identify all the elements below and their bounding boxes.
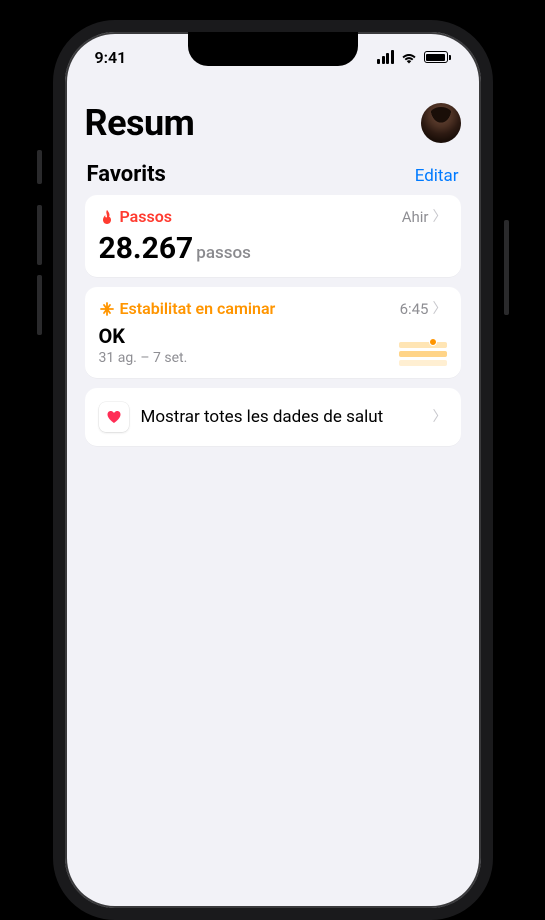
walking-steadiness-icon <box>99 301 115 317</box>
show-all-label: Mostrar totes les dades de salut <box>141 407 384 427</box>
steps-value: 28.267 <box>99 231 194 266</box>
steps-unit: passos <box>196 243 251 263</box>
notch <box>188 32 358 66</box>
show-all-health-data-button[interactable]: Mostrar totes les dades de salut 〉 <box>85 388 461 446</box>
wifi-icon <box>400 51 418 64</box>
flame-icon <box>99 209 115 225</box>
steps-timestamp: Ahir <box>402 208 429 226</box>
walking-timestamp: 6:45 <box>400 300 429 318</box>
profile-avatar[interactable] <box>421 103 461 143</box>
favorites-heading: Favorits <box>87 162 166 187</box>
steps-card[interactable]: Passos Ahir 〉 28.267passos <box>85 195 461 277</box>
chevron-right-icon: 〉 <box>433 410 447 424</box>
heart-icon <box>99 402 129 432</box>
status-indicators <box>377 50 451 64</box>
cellular-icon <box>377 50 394 64</box>
page-title: Resum <box>85 102 195 144</box>
edit-button[interactable]: Editar <box>415 166 459 186</box>
status-time: 9:41 <box>95 48 127 67</box>
walking-steadiness-card[interactable]: Estabilitat en caminar 6:45 〉 OK 31 ag. … <box>85 287 461 378</box>
steps-label: Passos <box>120 207 173 226</box>
walking-status: OK <box>99 324 188 348</box>
battery-icon <box>424 51 451 63</box>
phone-frame: 9:41 Resum Favorits Ed <box>53 20 493 920</box>
walking-label: Estabilitat en caminar <box>120 299 276 318</box>
walking-mini-chart <box>399 342 447 366</box>
chevron-right-icon: 〉 <box>433 210 447 224</box>
walking-date-range: 31 ag. – 7 set. <box>99 350 188 366</box>
chevron-right-icon: 〉 <box>433 302 447 316</box>
